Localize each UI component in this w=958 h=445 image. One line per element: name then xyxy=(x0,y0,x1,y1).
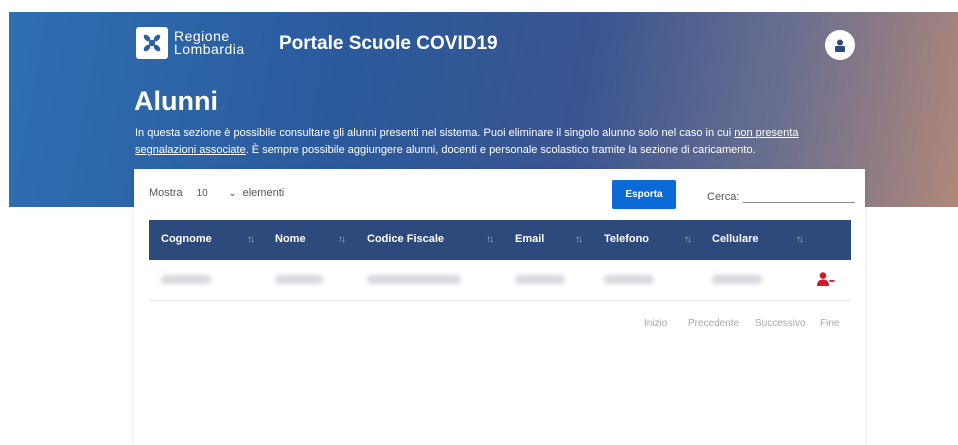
regione-lombardia-logo-icon xyxy=(136,27,168,59)
remove-user-icon xyxy=(817,272,835,286)
pagination-first[interactable]: Inizio xyxy=(644,318,667,329)
delete-student-button[interactable] xyxy=(817,272,835,291)
sort-icon[interactable]: ↑↓ xyxy=(684,234,692,245)
logo-text: Regione Lombardia xyxy=(174,29,245,57)
logo-line-2: Lombardia xyxy=(174,41,245,57)
chevron-down-icon: ⌄ xyxy=(228,187,237,199)
column-header-cellulare[interactable]: Cellulare xyxy=(712,233,758,245)
search-label: Cerca: xyxy=(707,191,740,203)
sort-icon[interactable]: ↑↓ xyxy=(338,234,346,245)
cell-email-redacted xyxy=(515,275,565,284)
elements-label: elementi xyxy=(242,187,285,199)
pagination-next[interactable]: Successivo xyxy=(755,318,806,329)
sort-icon[interactable]: ↑↓ xyxy=(796,234,804,245)
portal-title: Portale Scuole COVID19 xyxy=(279,33,498,54)
cell-codice-fiscale-redacted xyxy=(367,275,461,284)
column-header-email[interactable]: Email xyxy=(515,233,544,245)
intro-text-part-1: In questa sezione è possibile consultare… xyxy=(135,127,735,139)
cell-cognome-redacted xyxy=(161,275,211,284)
column-header-codice-fiscale[interactable]: Codice Fiscale xyxy=(367,233,444,245)
sort-icon[interactable]: ↑↓ xyxy=(575,234,583,245)
page-length-control: Mostra 10 ⌄ elementi xyxy=(149,187,284,199)
pagination-last[interactable]: Fine xyxy=(820,318,839,329)
pagination-previous[interactable]: Precedente xyxy=(688,318,739,329)
export-button[interactable]: Esporta xyxy=(612,180,676,209)
page-title: Alunni xyxy=(134,86,218,116)
user-menu-button[interactable] xyxy=(825,30,855,60)
search-control: Cerca: xyxy=(707,181,856,203)
students-table-card: Mostra 10 ⌄ elementi Esporta Cerca: Cogn… xyxy=(134,169,865,445)
intro-text: In questa sezione è possibile consultare… xyxy=(135,125,835,159)
table-header: Cognome ↑↓ Nome ↑↓ Codice Fiscale ↑↓ Ema… xyxy=(149,220,851,260)
show-label: Mostra xyxy=(149,187,183,199)
column-header-telefono[interactable]: Telefono xyxy=(604,233,649,245)
cell-cellulare-redacted xyxy=(712,275,762,284)
regione-lombardia-logo[interactable]: Regione Lombardia xyxy=(136,27,245,59)
search-input[interactable] xyxy=(743,181,856,203)
sort-icon[interactable]: ↑↓ xyxy=(486,234,494,245)
column-header-cognome[interactable]: Cognome xyxy=(161,233,212,245)
cell-telefono-redacted xyxy=(604,275,654,284)
cell-nome-redacted xyxy=(275,275,323,284)
intro-text-part-2: . È sempre possibile aggiungere alunni, … xyxy=(245,144,756,156)
column-header-nome[interactable]: Nome xyxy=(275,233,306,245)
page-length-select[interactable]: 10 ⌄ xyxy=(197,188,237,199)
sort-icon[interactable]: ↑↓ xyxy=(247,234,255,245)
page-length-value: 10 xyxy=(196,187,208,199)
table-row xyxy=(149,260,851,301)
user-icon xyxy=(835,39,845,52)
